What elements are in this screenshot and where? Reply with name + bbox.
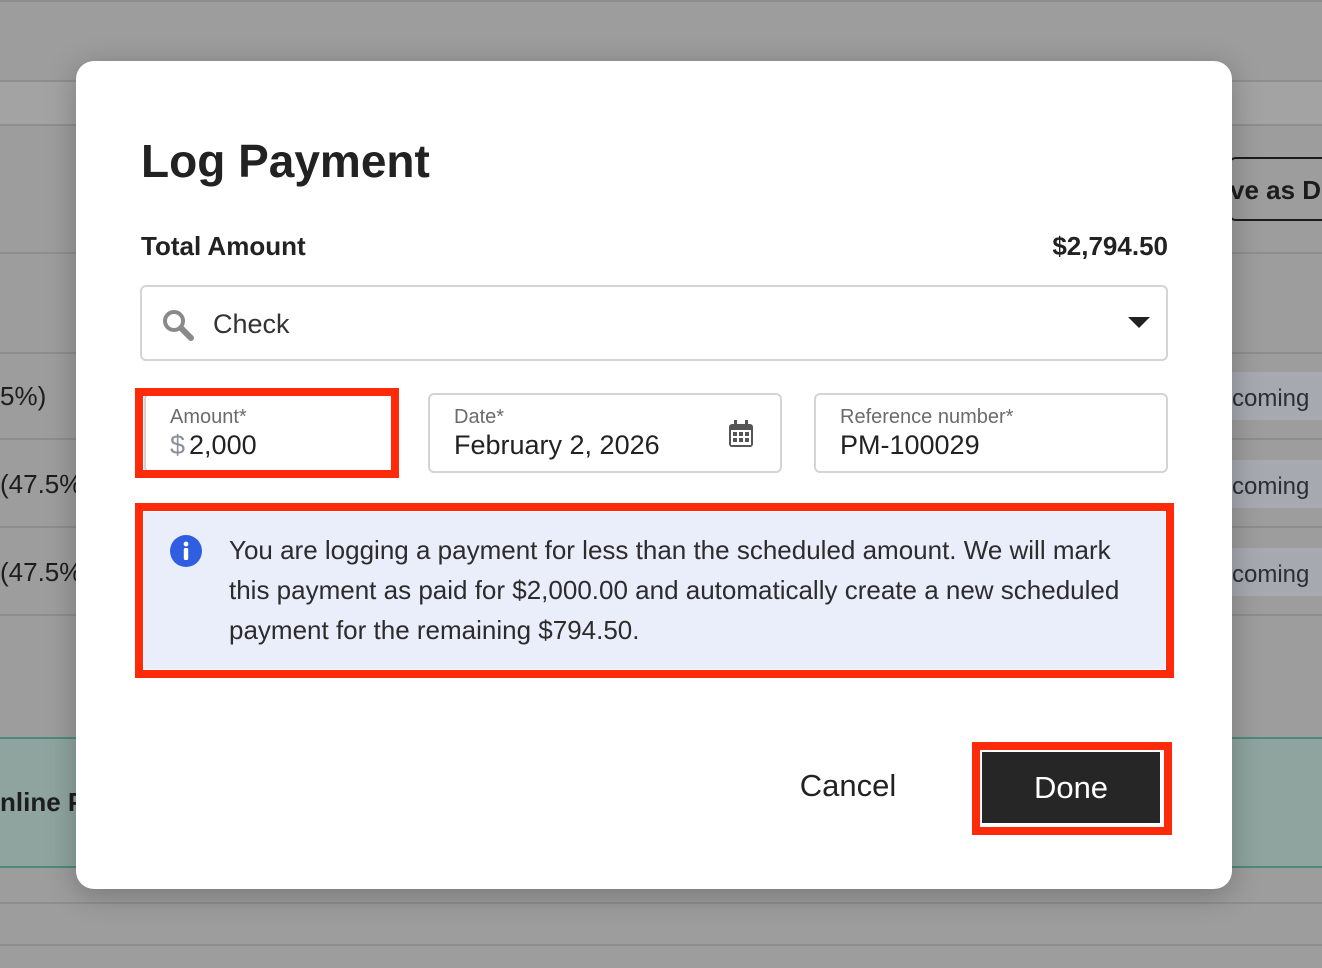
total-amount-value: $2,794.50 [1052, 231, 1168, 261]
payment-method-select[interactable]: Check [140, 285, 1168, 361]
cancel-button[interactable]: Cancel [776, 761, 920, 811]
background-row-text: (47.5% [0, 469, 83, 499]
payment-method-value: Check [213, 309, 290, 339]
search-icon [163, 310, 194, 341]
date-input[interactable]: February 2, 2026 [454, 430, 660, 461]
total-amount-label: Total Amount [141, 231, 306, 261]
reference-number-field[interactable]: Reference number* PM-100029 [814, 393, 1168, 473]
reference-number-input[interactable]: PM-100029 [840, 430, 980, 461]
reference-number-label: Reference number* [840, 406, 1014, 428]
background-online-label: nline P [0, 787, 86, 817]
chevron-down-icon[interactable] [1128, 317, 1150, 328]
date-field[interactable]: Date* February 2, 2026 [428, 393, 782, 473]
divider [0, 902, 1322, 904]
status-badge: coming [1222, 548, 1322, 596]
calendar-icon[interactable] [728, 420, 754, 448]
dialog-title: Log Payment [141, 135, 430, 187]
status-badge: coming [1222, 372, 1322, 420]
amount-highlight-box [135, 388, 399, 478]
date-label: Date* [454, 406, 505, 428]
log-payment-dialog: Log Payment Total Amount $2,794.50 Check… [76, 61, 1232, 889]
done-highlight-box [972, 742, 1172, 835]
background-row-text: (47.5% [0, 557, 83, 587]
info-highlight-box [135, 503, 1174, 678]
divider [0, 944, 1322, 946]
save-as-draft-button[interactable]: ve as De [1228, 157, 1322, 221]
background-row-text: 5%) [0, 381, 47, 411]
status-badge: coming [1222, 460, 1322, 508]
divider [0, 0, 1322, 2]
